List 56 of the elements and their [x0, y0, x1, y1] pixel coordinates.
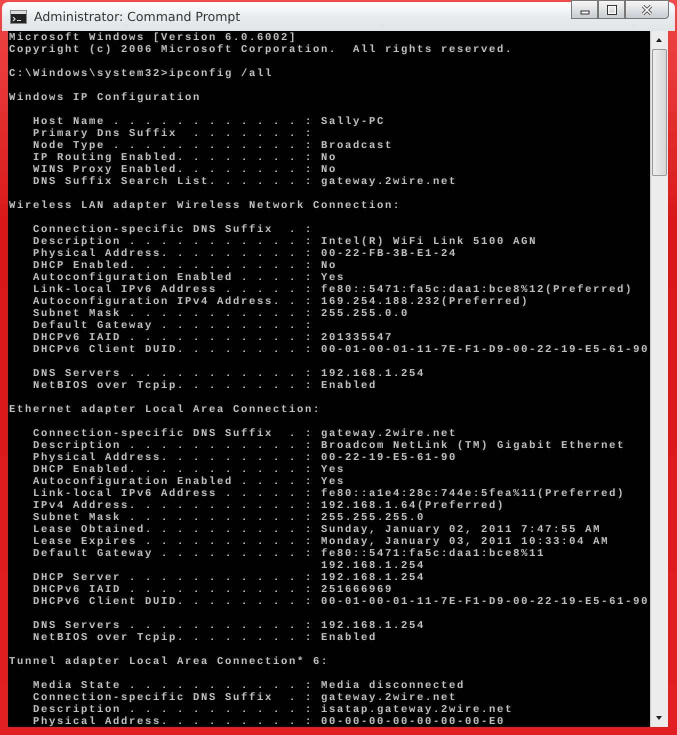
console-icon [10, 10, 27, 24]
console-line: Physical Address. . . . . . . . . : 00-00-00-00-00-00-00-E0 [32, 716, 506, 727]
console-line: Ethernet adapter Local Area Connection: [9, 404, 322, 416]
console-line: IPv4 Address. . . . . . . . . . . : 192.168.1.64(Preferred) [32, 500, 506, 512]
console-line: DHCPv6 IAID . . . . . . . . . . . : 251666969 [32, 584, 394, 596]
console-line: Autoconfiguration Enabled . . . . : Yes [32, 476, 346, 488]
console-line: Lease Obtained. . . . . . . . . . : Sunday, January 02, 2011 7:47:55 AM [32, 524, 602, 536]
console-line: Subnet Mask . . . . . . . . . . . : 255.255.255.0 [32, 512, 426, 524]
console-line: Subnet Mask . . . . . . . . . . . : 255.255.0.0 [32, 308, 410, 320]
console-line: Description . . . . . . . . . . . : Intel(R) WiFi Link 5100 AGN [32, 236, 538, 248]
window-title: Administrator: Command Prompt [34, 9, 240, 24]
console-line: DHCP Enabled. . . . . . . . . . . : No [32, 260, 338, 272]
console-line: Connection-specific DNS Suffix . : gateway.2wire.net [32, 428, 458, 440]
console-line: Media State . . . . . . . . . . . : Media disconnected [32, 680, 466, 692]
console-line: Copyright (c) 2006 Microsoft Corporation. All rights reserved. [9, 44, 514, 56]
console-line: Primary Dns Suffix . . . . . . . : [32, 128, 314, 140]
console-line: NetBIOS over Tcpip. . . . . . . . : Enabled [32, 380, 378, 392]
console-line: DNS Servers . . . . . . . . . . . : 192.168.1.254 [32, 368, 426, 380]
console-line: Tunnel adapter Local Area Connection* 6: [9, 656, 330, 668]
scrollbar[interactable] [650, 31, 668, 727]
console-line: Description . . . . . . . . . . . : isatap.gateway.2wire.net [32, 704, 514, 716]
console-line: Connection-specific DNS Suffix . : gateway.2wire.net [32, 692, 458, 704]
console-line: DHCP Server . . . . . . . . . . . : 192.168.1.254 [32, 572, 426, 584]
console-line: Physical Address. . . . . . . . . : 00-22-FB-3B-E1-24 [32, 248, 458, 260]
maximize-button[interactable] [598, 0, 625, 19]
console-line: Link-local IPv6 Address . . . . . : fe80::5471:fa5c:daa1:bce8%12(Preferred) [32, 284, 634, 296]
console-line: Autoconfiguration IPv4 Address. . : 169.254.188.232(Preferred) [32, 296, 530, 308]
console-line: NetBIOS over Tcpip. . . . . . . . : Enabled [32, 632, 378, 644]
console-line: Node Type . . . . . . . . . . . . : Broadcast [32, 140, 394, 152]
console-line: Default Gateway . . . . . . . . . : fe80::5471:fa5c:daa1:bce8%11 [32, 548, 546, 560]
console-line: DNS Suffix Search List. . . . . . : gateway.2wire.net [32, 176, 458, 188]
console-line: DHCPv6 IAID . . . . . . . . . . . : 201335547 [32, 332, 394, 344]
console-line: Host Name . . . . . . . . . . . . : Sally-PC [32, 116, 386, 128]
console-line: DHCPv6 Client DUID. . . . . . . . : 00-01-00-01-11-7E-F1-D9-00-22-19-E5-61-90 [32, 596, 650, 608]
console-line: C:\Windows\system32>ipconfig /all [9, 68, 274, 80]
console-line: DHCPv6 Client DUID. . . . . . . . : 00-01-00-01-11-7E-F1-D9-00-22-19-E5-61-90 [32, 344, 650, 356]
console-line: Default Gateway . . . . . . . . . : [32, 320, 314, 332]
console-line: Autoconfiguration Enabled . . . . : Yes [32, 272, 346, 284]
console-line: Link-local IPv6 Address . . . . . : fe80::a1e4:28c:744e:5fea%11(Preferred) [32, 488, 626, 500]
console-line: Connection-specific DNS Suffix . : [32, 224, 314, 236]
console-line: IP Routing Enabled. . . . . . . . : No [32, 152, 338, 164]
console-line: WINS Proxy Enabled. . . . . . . . : No [32, 164, 338, 176]
console-line: Lease Expires . . . . . . . . . . : Monday, January 03, 2011 10:33:04 AM [32, 536, 610, 548]
close-icon [641, 4, 653, 14]
scroll-thumb[interactable] [652, 49, 667, 176]
console-line: DHCP Enabled. . . . . . . . . . . : Yes [32, 464, 346, 476]
console-line: Wireless LAN adapter Wireless Network Connection: [9, 200, 402, 212]
maximize-icon [606, 4, 616, 14]
minimize-button[interactable] [571, 0, 598, 19]
console-line: 192.168.1.254 [320, 560, 426, 572]
console-line: Description . . . . . . . . . . . : Broadcom NetLink (TM) Gigabit Ethernet [32, 440, 626, 452]
console-line: Microsoft Windows [Version 6.0.6002] [9, 32, 298, 44]
console-line: Physical Address. . . . . . . . . : 00-22-19-E5-61-90 [32, 452, 458, 464]
console-line: Windows IP Configuration [9, 92, 202, 104]
console-line: DNS Servers . . . . . . . . . . . : 192.168.1.254 [32, 620, 426, 632]
close-button[interactable] [625, 0, 669, 19]
